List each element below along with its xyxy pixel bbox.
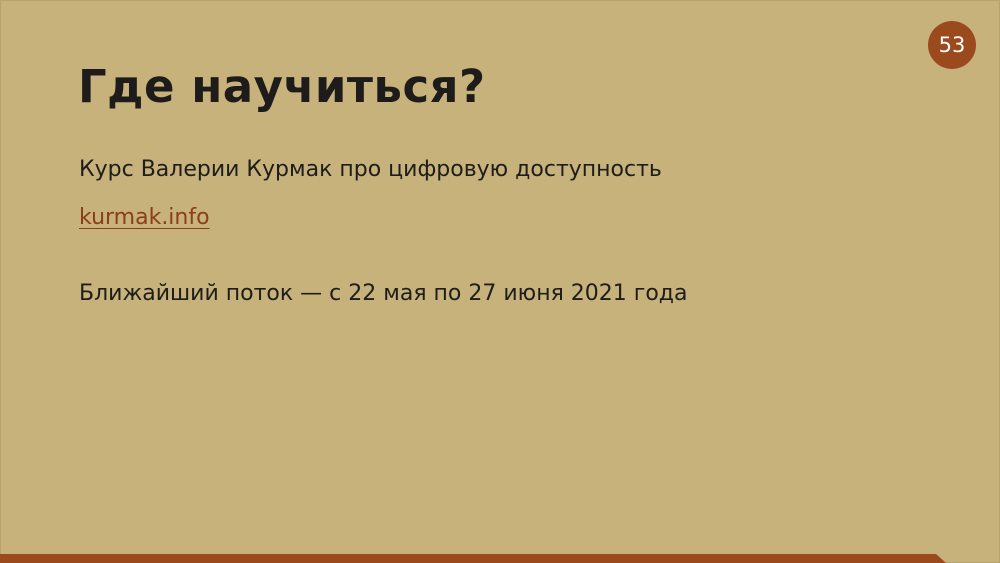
slide-number-badge: 53 (928, 21, 976, 69)
slide-title: Где научиться? (78, 60, 486, 113)
kurmak-info-link[interactable]: kurmak.info (79, 205, 210, 230)
slide: 53 Где научиться? Курс Валерии Курмак пр… (0, 0, 1000, 563)
course-description: Курс Валерии Курмак про цифровую доступн… (79, 157, 662, 182)
bottom-accent-bar (0, 554, 946, 563)
next-stream-dates: Ближайший поток — с 22 мая по 27 июня 20… (79, 281, 688, 306)
